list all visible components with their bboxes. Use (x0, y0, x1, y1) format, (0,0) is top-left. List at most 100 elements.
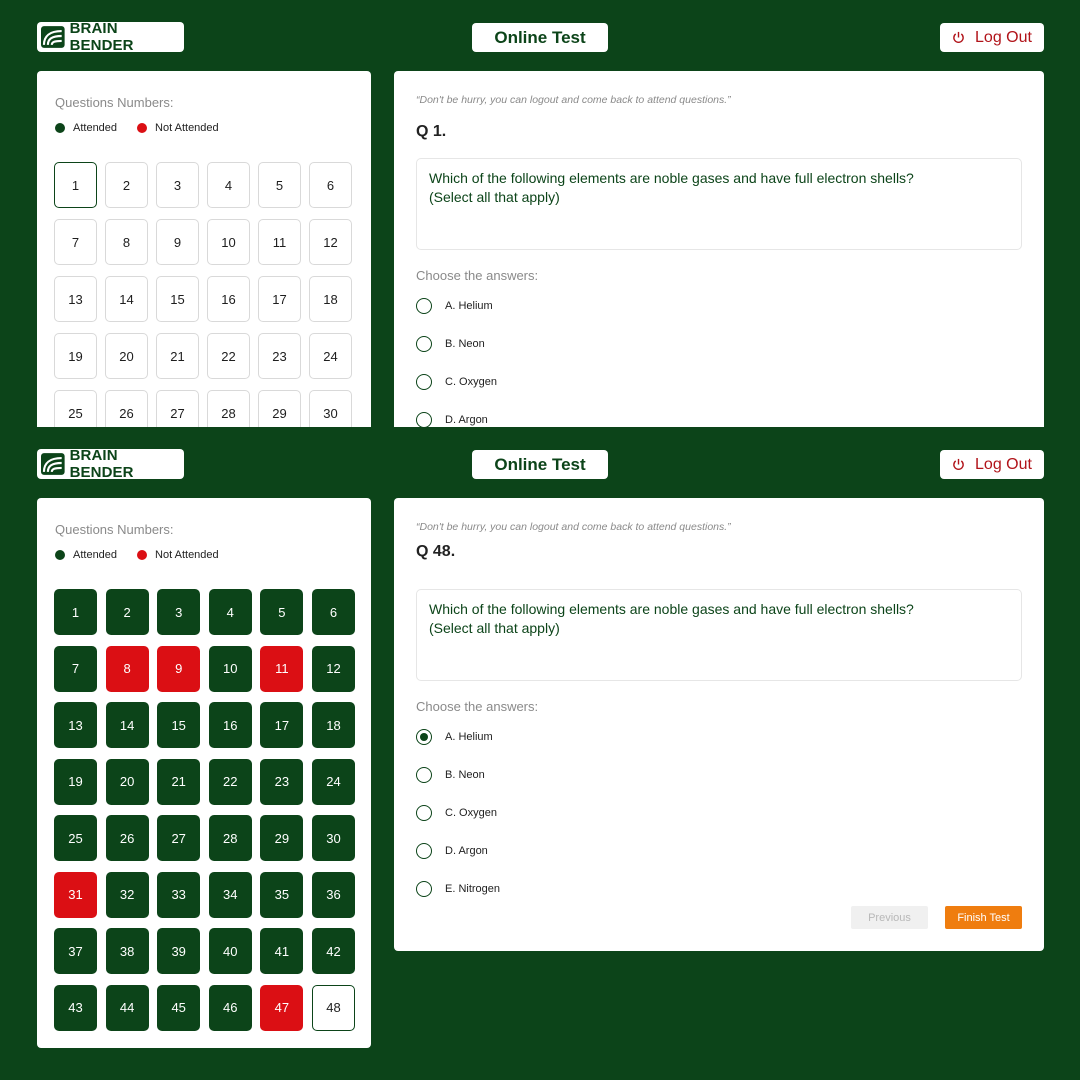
question-number-button[interactable]: 7 (54, 219, 97, 265)
question-number-button[interactable]: 10 (208, 645, 252, 692)
question-number-button[interactable]: 21 (156, 333, 199, 379)
question-number-button[interactable]: 22 (207, 333, 250, 379)
question-number-button[interactable]: 34 (208, 871, 252, 918)
question-number-button[interactable]: 43 (54, 984, 97, 1031)
question-number-button[interactable]: 27 (156, 390, 199, 427)
question-number-button[interactable]: 28 (207, 390, 250, 427)
question-number-button[interactable]: 9 (156, 219, 199, 265)
answer-option[interactable]: A. Helium (416, 728, 1022, 746)
question-number-button[interactable]: 30 (309, 390, 352, 427)
question-number-button[interactable]: 4 (208, 589, 252, 635)
question-number-button[interactable]: 1 (54, 589, 97, 635)
logout-button[interactable]: Log Out (940, 450, 1044, 479)
question-number-button[interactable]: 21 (157, 758, 201, 805)
question-number-button[interactable]: 1 (54, 162, 97, 208)
question-number-button[interactable]: 17 (260, 702, 304, 748)
question-number-button[interactable]: 28 (208, 815, 252, 861)
answer-option[interactable]: E. Nitrogen (416, 880, 1022, 898)
radio-unchecked-icon[interactable] (416, 336, 432, 352)
question-number-button[interactable]: 16 (207, 276, 250, 322)
question-number-button[interactable]: 18 (309, 276, 352, 322)
answer-option[interactable]: D. Argon (416, 411, 1022, 427)
question-number-button[interactable]: 9 (157, 645, 201, 692)
answer-option[interactable]: A. Helium (416, 297, 1022, 315)
question-number-button[interactable]: 8 (105, 219, 148, 265)
question-number-button[interactable]: 23 (260, 758, 304, 805)
answer-option[interactable]: D. Argon (416, 842, 1022, 860)
radio-unchecked-icon[interactable] (416, 843, 432, 859)
question-number-button[interactable]: 37 (54, 928, 97, 974)
question-number-button[interactable]: 13 (54, 702, 97, 748)
question-number-button[interactable]: 24 (311, 758, 355, 805)
question-number-button[interactable]: 40 (208, 928, 252, 974)
question-number-button[interactable]: 7 (54, 645, 97, 692)
question-number-button[interactable]: 23 (258, 333, 301, 379)
question-number-button[interactable]: 27 (157, 815, 201, 861)
finish-test-button[interactable]: Finish Test (945, 906, 1022, 929)
answer-option[interactable]: B. Neon (416, 766, 1022, 784)
question-number-button[interactable]: 20 (105, 333, 148, 379)
question-number-button[interactable]: 39 (157, 928, 201, 974)
question-number-button[interactable]: 12 (309, 219, 352, 265)
question-number-button[interactable]: 35 (260, 871, 304, 918)
radio-unchecked-icon[interactable] (416, 881, 432, 897)
question-number-button[interactable]: 3 (156, 162, 199, 208)
radio-unchecked-icon[interactable] (416, 374, 432, 390)
question-number-button[interactable]: 3 (157, 589, 201, 635)
question-number-button[interactable]: 15 (157, 702, 201, 748)
question-number-button[interactable]: 26 (105, 815, 149, 861)
question-number-button[interactable]: 6 (311, 589, 355, 635)
question-number-button[interactable]: 31 (54, 871, 97, 918)
question-number-button[interactable]: 10 (207, 219, 250, 265)
radio-unchecked-icon[interactable] (416, 412, 432, 427)
question-number-button[interactable]: 5 (258, 162, 301, 208)
answer-option[interactable]: C. Oxygen (416, 804, 1022, 822)
answer-option[interactable]: B. Neon (416, 335, 1022, 353)
question-number-button[interactable]: 13 (54, 276, 97, 322)
answer-option[interactable]: C. Oxygen (416, 373, 1022, 391)
question-number-button[interactable]: 38 (105, 928, 149, 974)
question-number-button[interactable]: 14 (105, 276, 148, 322)
question-number-button[interactable]: 29 (258, 390, 301, 427)
radio-checked-icon[interactable] (416, 729, 432, 745)
question-number-button[interactable]: 32 (105, 871, 149, 918)
brand-logo[interactable]: BRAIN BENDER (37, 447, 184, 481)
question-number-button[interactable]: 41 (260, 928, 304, 974)
question-number-button[interactable]: 2 (105, 162, 148, 208)
logout-button[interactable]: Log Out (940, 23, 1044, 52)
radio-unchecked-icon[interactable] (416, 767, 432, 783)
question-number-button[interactable]: 11 (258, 219, 301, 265)
question-number-button[interactable]: 46 (208, 984, 252, 1031)
question-number-button[interactable]: 30 (311, 815, 355, 861)
question-number-button[interactable]: 42 (311, 928, 355, 974)
question-number-button[interactable]: 12 (311, 645, 355, 692)
question-number-button[interactable]: 25 (54, 390, 97, 427)
question-number-button[interactable]: 19 (54, 758, 97, 805)
question-number-button[interactable]: 5 (260, 589, 304, 635)
question-number-button[interactable]: 18 (311, 702, 355, 748)
question-number-button[interactable]: 11 (260, 645, 304, 692)
question-number-button[interactable]: 45 (157, 984, 201, 1031)
question-number-button[interactable]: 19 (54, 333, 97, 379)
question-number-button[interactable]: 26 (105, 390, 148, 427)
question-number-button[interactable]: 29 (260, 815, 304, 861)
question-number-button[interactable]: 47 (260, 984, 304, 1031)
question-number-button[interactable]: 8 (105, 645, 149, 692)
question-number-button[interactable]: 16 (208, 702, 252, 748)
question-number-button[interactable]: 48 (311, 984, 355, 1031)
question-number-button[interactable]: 17 (258, 276, 301, 322)
radio-unchecked-icon[interactable] (416, 298, 432, 314)
brand-logo[interactable]: BRAIN BENDER (37, 20, 184, 54)
question-number-button[interactable]: 33 (157, 871, 201, 918)
question-number-button[interactable]: 15 (156, 276, 199, 322)
question-number-button[interactable]: 6 (309, 162, 352, 208)
question-number-button[interactable]: 20 (105, 758, 149, 805)
question-number-button[interactable]: 24 (309, 333, 352, 379)
question-number-button[interactable]: 36 (311, 871, 355, 918)
question-number-button[interactable]: 2 (105, 589, 149, 635)
question-number-button[interactable]: 14 (105, 702, 149, 748)
radio-unchecked-icon[interactable] (416, 805, 432, 821)
question-number-button[interactable]: 25 (54, 815, 97, 861)
question-number-button[interactable]: 44 (105, 984, 149, 1031)
question-number-button[interactable]: 22 (208, 758, 252, 805)
